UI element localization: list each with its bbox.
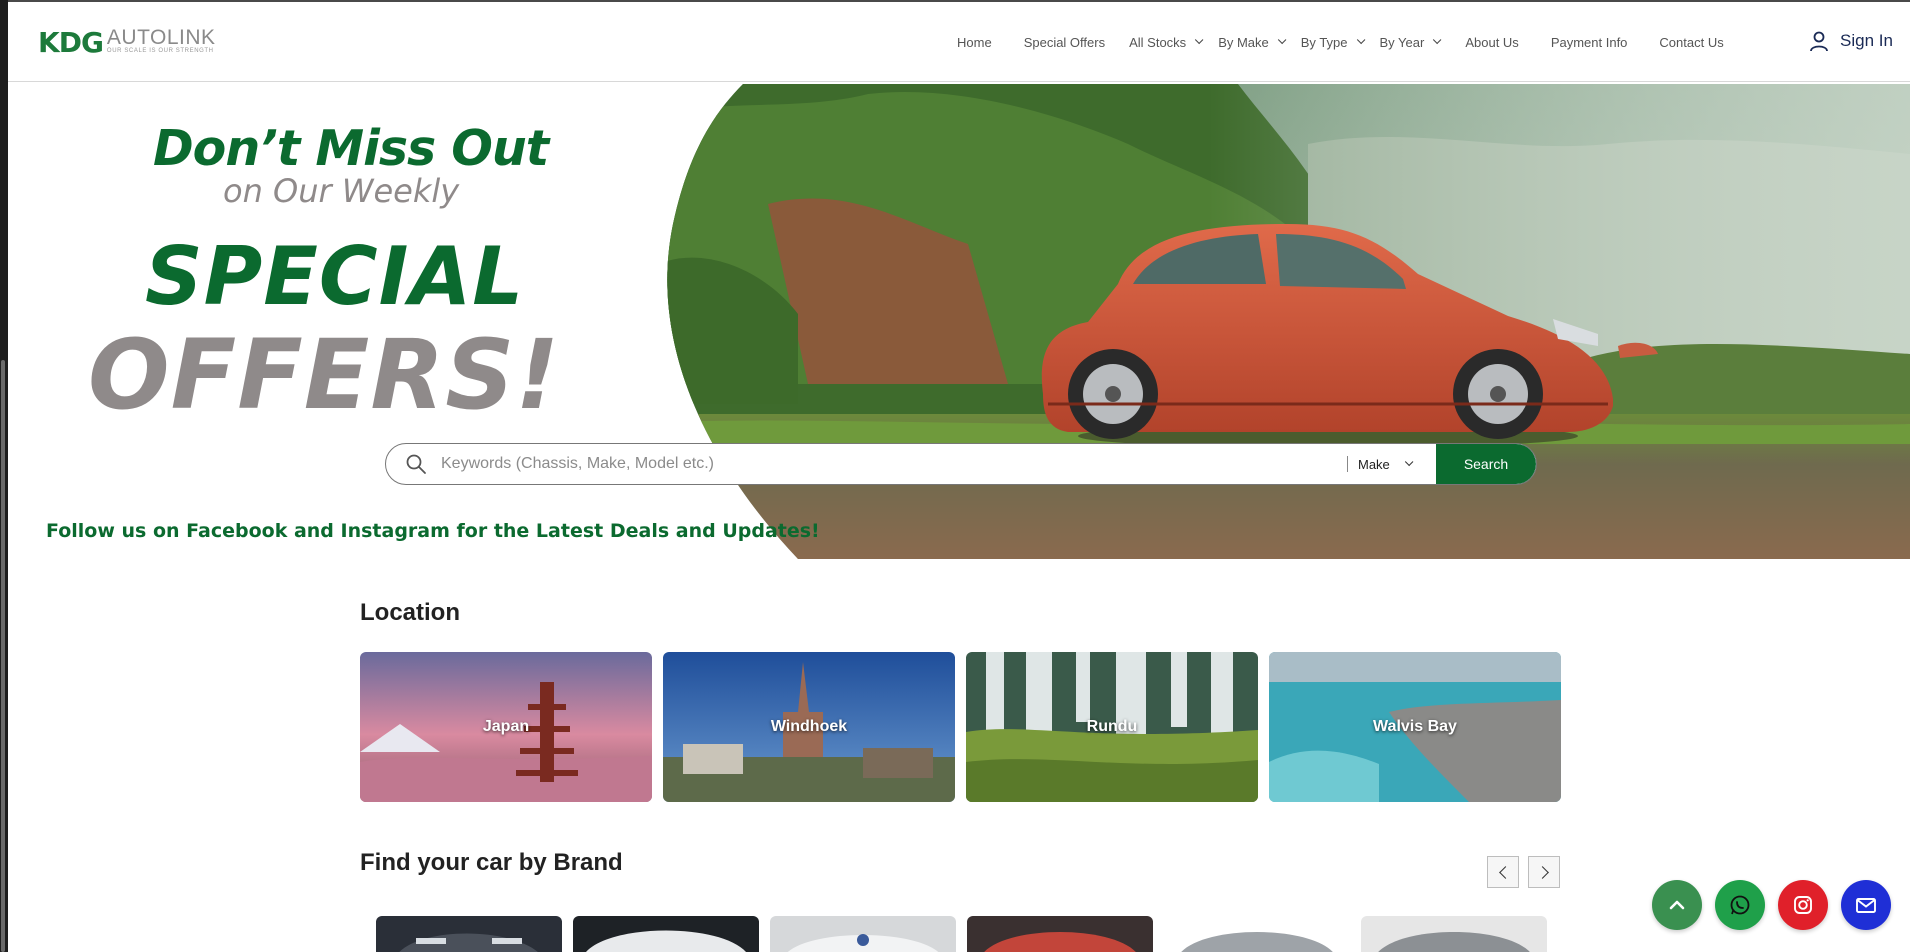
chevron-right-icon: [1535, 865, 1549, 879]
logo-name: AUTOLINK: [106, 26, 216, 49]
logo-wordmark: AUTOLINK OUR SCALE IS OUR STRENGTH: [106, 26, 216, 55]
promo-offers: OFFERS!: [88, 319, 561, 431]
nav-by-make[interactable]: By Make: [1218, 34, 1287, 50]
page-viewport: KDG AUTOLINK OUR SCALE IS OUR STRENGTH H…: [8, 2, 1910, 952]
hero-banner: Don’t Miss Out on Our Weekly SPECIAL OFF…: [8, 84, 1910, 559]
promo-subheadline: on Our Weekly: [223, 172, 460, 210]
location-name: Rundu: [1086, 718, 1138, 735]
chevron-down-icon: [1195, 35, 1204, 45]
brand-card[interactable]: [770, 916, 956, 952]
nav-contact-us-label: Contact Us: [1659, 34, 1724, 50]
nav-all-stocks[interactable]: All Stocks: [1129, 34, 1204, 50]
location-name: Windhoek: [770, 718, 848, 735]
site-header: KDG AUTOLINK OUR SCALE IS OUR STRENGTH H…: [8, 2, 1910, 82]
make-select[interactable]: Make: [1348, 457, 1436, 472]
nav-special-offers-label: Special Offers: [1023, 34, 1106, 50]
brand-card[interactable]: [967, 916, 1153, 952]
sign-in-label: Sign In: [1840, 31, 1893, 50]
whatsapp-icon: [1730, 895, 1750, 915]
chevron-down-icon: [1404, 457, 1414, 467]
email-button[interactable]: [1841, 880, 1891, 930]
promo-text: Don’t Miss Out on Our Weekly SPECIAL OFF…: [8, 84, 820, 559]
nav-about-us-label: About Us: [1465, 34, 1519, 50]
location-name: Japan: [482, 718, 530, 735]
scroll-top-button[interactable]: [1652, 880, 1702, 930]
logo-tagline: OUR SCALE IS OUR STRENGTH: [106, 48, 214, 54]
user-icon: [1810, 31, 1828, 52]
chevron-up-icon: [1669, 900, 1685, 910]
nav-by-type[interactable]: By Type: [1300, 34, 1365, 50]
search-button-label: Search: [1463, 456, 1509, 472]
location-title: Location: [360, 599, 460, 626]
nav-home-label: Home: [957, 34, 992, 50]
nav-by-make-label: By Make: [1218, 34, 1269, 50]
brand-card[interactable]: [1361, 916, 1547, 952]
search-input[interactable]: [441, 444, 1347, 484]
instagram-button[interactable]: [1778, 880, 1828, 930]
sign-in-link[interactable]: Sign In: [1808, 30, 1893, 52]
brand-card[interactable]: [573, 916, 759, 952]
car-image: [376, 916, 562, 952]
car-image: [1361, 916, 1547, 952]
nav-all-stocks-label: All Stocks: [1129, 34, 1187, 50]
carousel-prev-button[interactable]: [1487, 856, 1519, 888]
nav-home[interactable]: Home: [957, 35, 992, 50]
instagram-icon: [1794, 896, 1812, 914]
chevron-down-icon: [1356, 35, 1365, 45]
brand-carousel-controls: [1487, 856, 1560, 888]
search-button[interactable]: Search: [1436, 444, 1536, 484]
location-card-rundu[interactable]: Rundu: [966, 652, 1258, 802]
carousel-next-button[interactable]: [1528, 856, 1560, 888]
promo-special: SPECIAL: [145, 230, 525, 323]
chevron-left-icon: [1498, 865, 1512, 879]
main-nav: Home Special Offers All Stocks By Make B…: [957, 32, 1724, 52]
chevron-down-icon: [1433, 35, 1442, 45]
nav-by-year-label: By Year: [1379, 34, 1425, 50]
brand-card[interactable]: [376, 916, 562, 952]
promo-headline: Don’t Miss Out: [153, 120, 549, 177]
promo-follow-text: Follow us on Facebook and Instagram for …: [46, 520, 820, 542]
brand-carousel: [376, 916, 1547, 952]
car-image: [1164, 916, 1350, 952]
make-select-value: Make: [1358, 456, 1390, 472]
nav-payment-info-label: Payment Info: [1550, 34, 1628, 50]
nav-about-us[interactable]: About Us: [1465, 35, 1518, 50]
site-logo[interactable]: KDG AUTOLINK OUR SCALE IS OUR STRENGTH: [38, 26, 216, 59]
nav-payment-info[interactable]: Payment Info: [1551, 35, 1628, 50]
location-name: Walvis Bay: [1373, 718, 1457, 735]
nav-contact-us[interactable]: Contact Us: [1659, 35, 1723, 50]
scrollbar-thumb[interactable]: [1, 360, 5, 952]
envelope-icon: [1856, 898, 1876, 913]
location-card-japan[interactable]: Japan: [360, 652, 652, 802]
search-bar: Make Search: [385, 443, 1537, 485]
location-grid: Japan Windhoek Rundu Walvis Bay: [360, 652, 1561, 802]
nav-by-type-label: By Type: [1300, 34, 1348, 50]
car-image: [573, 916, 759, 952]
logo-mark: KDG: [38, 26, 104, 59]
car-image: [770, 916, 956, 952]
nav-by-year[interactable]: By Year: [1379, 34, 1442, 50]
nav-special-offers[interactable]: Special Offers: [1024, 35, 1105, 50]
brand-card[interactable]: [1164, 916, 1350, 952]
chevron-down-icon: [1277, 35, 1287, 45]
location-card-windhoek[interactable]: Windhoek: [663, 652, 955, 802]
search-icon: [406, 454, 426, 474]
location-card-walvis-bay[interactable]: Walvis Bay: [1269, 652, 1561, 802]
whatsapp-button[interactable]: [1715, 880, 1765, 930]
brand-section-title: Find your car by Brand: [360, 849, 623, 876]
floating-actions: [1652, 880, 1891, 930]
car-image: [967, 916, 1153, 952]
browser-left-edge: [0, 0, 8, 952]
